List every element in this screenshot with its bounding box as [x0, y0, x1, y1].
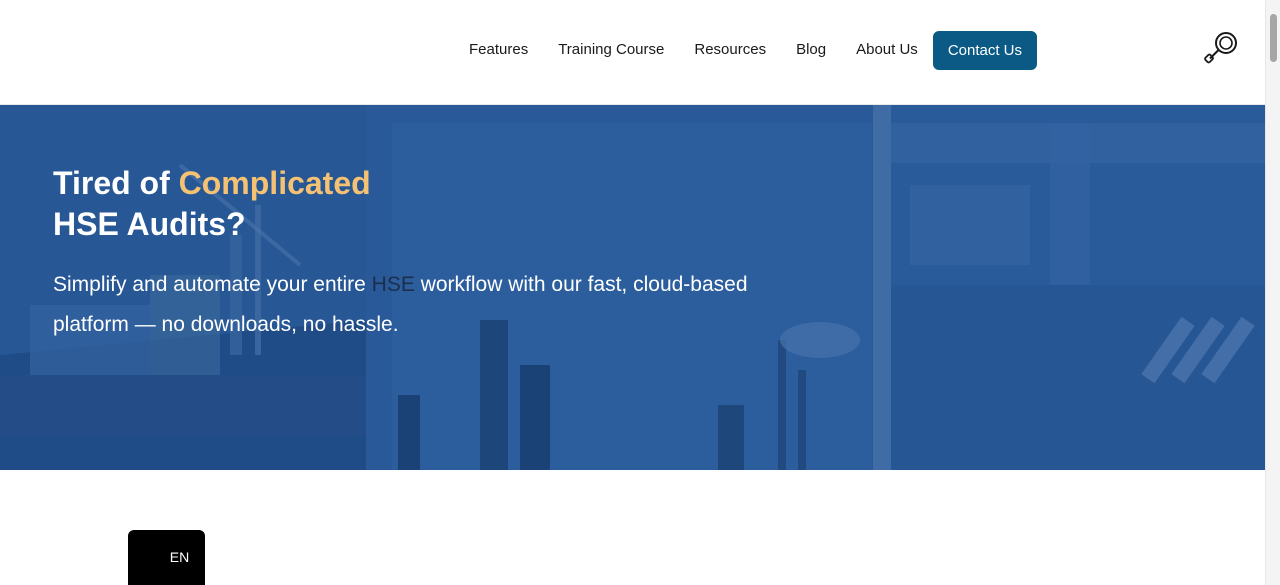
hero-subtitle-hse: HSE	[371, 273, 415, 296]
hero-banner: Tired of Complicated HSE Audits? Simplif…	[0, 105, 1265, 470]
nav-training-course-link[interactable]: Training Course	[543, 30, 679, 70]
nav-features-link[interactable]: Features	[454, 30, 543, 70]
hero-title-part1: Tired of	[53, 165, 179, 201]
page-scrollbar[interactable]	[1265, 0, 1280, 585]
hero-subtitle-before: Simplify and automate your entire	[53, 273, 372, 296]
contact-us-button[interactable]: Contact Us	[932, 30, 1038, 70]
nav-about-us-link[interactable]: About Us	[841, 30, 933, 70]
site-header: Features Training Course Resources Blog …	[0, 0, 1265, 105]
language-switcher[interactable]: EN	[128, 530, 205, 585]
scrollbar-thumb[interactable]	[1270, 14, 1277, 62]
search-icon[interactable]	[1204, 30, 1240, 64]
hero-title-accent: Complicated	[178, 165, 371, 201]
hero-title: Tired of Complicated HSE Audits?	[53, 163, 371, 245]
hero-subtitle: Simplify and automate your entire HSE wo…	[53, 265, 813, 345]
hero-title-line2: HSE Audits?	[53, 206, 246, 242]
nav-blog-link[interactable]: Blog	[781, 30, 841, 70]
page: Features Training Course Resources Blog …	[0, 0, 1280, 585]
main-nav: Features Training Course Resources Blog …	[454, 30, 1038, 70]
nav-resources-link[interactable]: Resources	[679, 30, 781, 70]
